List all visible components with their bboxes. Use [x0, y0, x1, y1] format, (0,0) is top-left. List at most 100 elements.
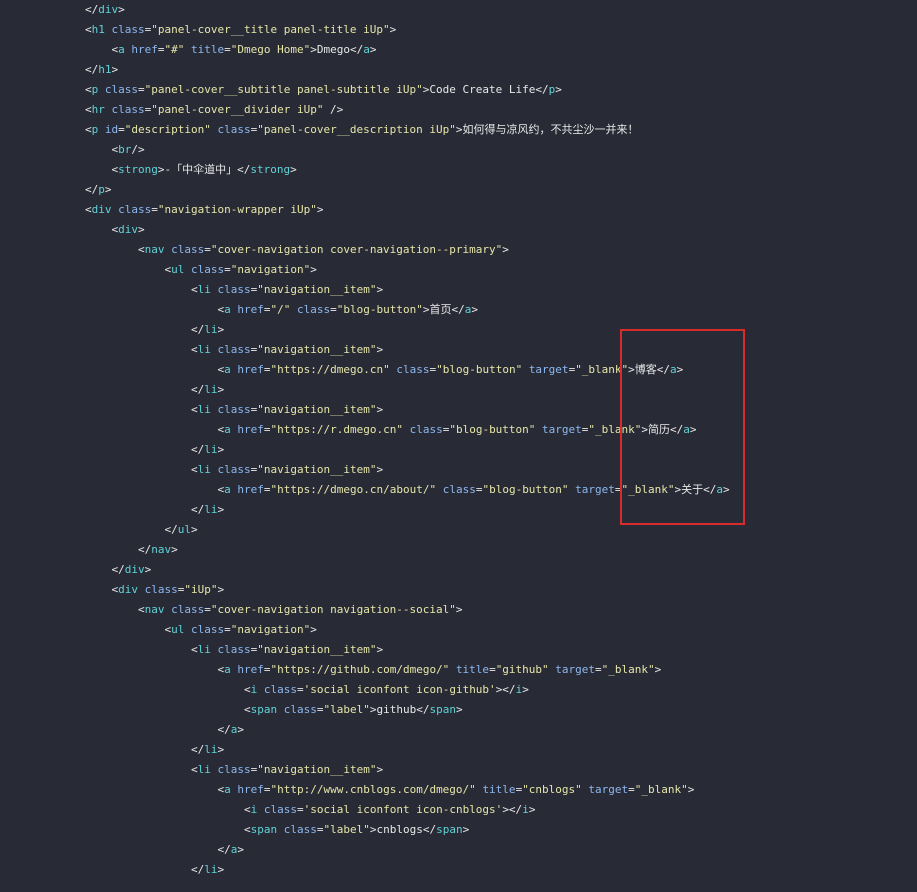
code-token: ul: [177, 523, 191, 536]
code-token: =: [138, 83, 145, 96]
code-token: li: [204, 863, 218, 876]
code-line: <div class="iUp">: [112, 580, 225, 600]
code-token: id: [104, 123, 119, 136]
code-token: </: [217, 723, 231, 736]
code-token: <: [191, 763, 198, 776]
code-token: "navigation__item": [257, 463, 377, 476]
code-line: <a href="http://www.cnblogs.com/dmego/" …: [218, 780, 695, 800]
code-token: a: [224, 303, 231, 316]
code-token: =: [224, 43, 231, 56]
code-token: >: [376, 763, 384, 776]
code-token: <: [85, 83, 92, 96]
code-line: <div>: [112, 220, 145, 240]
highlight-box: [620, 329, 745, 525]
code-token: >: [104, 183, 112, 196]
code-token: </: [191, 443, 205, 456]
code-token: >: [217, 383, 225, 396]
code-token: "blog-button": [336, 303, 423, 316]
code-token: >: [144, 563, 152, 576]
code-token: strong: [250, 163, 291, 176]
code-token: class: [217, 463, 251, 476]
code-token: </: [164, 523, 178, 536]
code-line: </ul>: [165, 520, 198, 540]
code-token: "panel-cover__description iUp": [257, 123, 456, 136]
code-token: <: [191, 343, 198, 356]
code-token: title: [482, 783, 516, 796]
code-token: "label": [323, 703, 370, 716]
code-token: "navigation__item": [257, 643, 377, 656]
code-token: div: [98, 3, 119, 16]
code-token: span: [250, 823, 278, 836]
code-token: li: [204, 383, 218, 396]
code-token: p: [98, 183, 105, 196]
code-token: a: [224, 783, 231, 796]
code-token: >: [138, 223, 145, 236]
code-token: a: [224, 363, 231, 376]
code-token: class: [263, 683, 297, 696]
code-token: />: [131, 143, 145, 156]
code-token: =: [330, 303, 337, 316]
code-line: </li>: [191, 500, 224, 520]
code-token: class: [396, 363, 430, 376]
code-token: >Dmego</: [310, 43, 364, 56]
code-line: </a>: [218, 840, 245, 860]
code-token: >: [455, 603, 463, 616]
code-line: <span class="label">cnblogs</span>: [244, 820, 469, 840]
code-line: <li class="navigation__item">: [191, 400, 383, 420]
code-line: </a>: [218, 720, 245, 740]
code-token: title: [191, 43, 225, 56]
code-token: >: [389, 23, 397, 36]
code-token: "#": [164, 43, 185, 56]
code-token: "Dmego Home": [230, 43, 311, 56]
code-token: class: [144, 583, 178, 596]
code-token: <: [191, 283, 198, 296]
code-token: </: [85, 3, 99, 16]
code-token: "navigation__item": [257, 403, 377, 416]
code-token: a: [224, 483, 231, 496]
code-token: span: [429, 703, 456, 716]
code-token: ></: [502, 803, 523, 816]
code-token: >: [171, 543, 178, 556]
code-token: <: [85, 23, 92, 36]
code-token: </: [85, 63, 99, 76]
code-token: <: [191, 643, 198, 656]
code-line: <li class="navigation__item">: [191, 640, 383, 660]
code-token: span: [436, 823, 463, 836]
code-token: target: [575, 483, 615, 496]
code-line: </li>: [191, 740, 224, 760]
code-token: >: [502, 243, 509, 256]
code-token: "cover-navigation navigation--social": [210, 603, 456, 616]
code-token: =: [151, 203, 158, 216]
code-token: <: [138, 603, 145, 616]
code-line: <span class="label">github</span>: [244, 700, 463, 720]
code-token: class: [118, 203, 152, 216]
code-token: "https://dmego.cn": [270, 363, 390, 376]
code-token: </: [191, 323, 205, 336]
code-line: <ul class="navigation">: [165, 620, 317, 640]
code-token: "description": [124, 123, 211, 136]
code-token: =: [204, 603, 211, 616]
code-token: >: [376, 283, 384, 296]
code-line: <a href="https://dmego.cn" class="blog-b…: [218, 360, 684, 380]
code-token: li: [197, 343, 211, 356]
code-token: href: [131, 43, 158, 56]
code-token: "blog-button": [449, 423, 536, 436]
code-token: =: [316, 703, 324, 716]
code-token: ul: [171, 263, 185, 276]
code-line: </li>: [191, 320, 224, 340]
code-token: <: [244, 703, 251, 716]
code-line: <i class='social iconfont icon-github'><…: [244, 680, 529, 700]
code-token: <: [244, 803, 251, 816]
code-token: =: [204, 243, 211, 256]
code-line: <nav class="cover-navigation navigation-…: [138, 600, 463, 620]
code-token: href: [237, 663, 264, 676]
code-token: >首页</: [422, 303, 465, 316]
code-token: target: [528, 363, 569, 376]
code-token: br: [118, 143, 132, 156]
code-token: class: [111, 103, 145, 116]
code-token: class: [217, 403, 251, 416]
